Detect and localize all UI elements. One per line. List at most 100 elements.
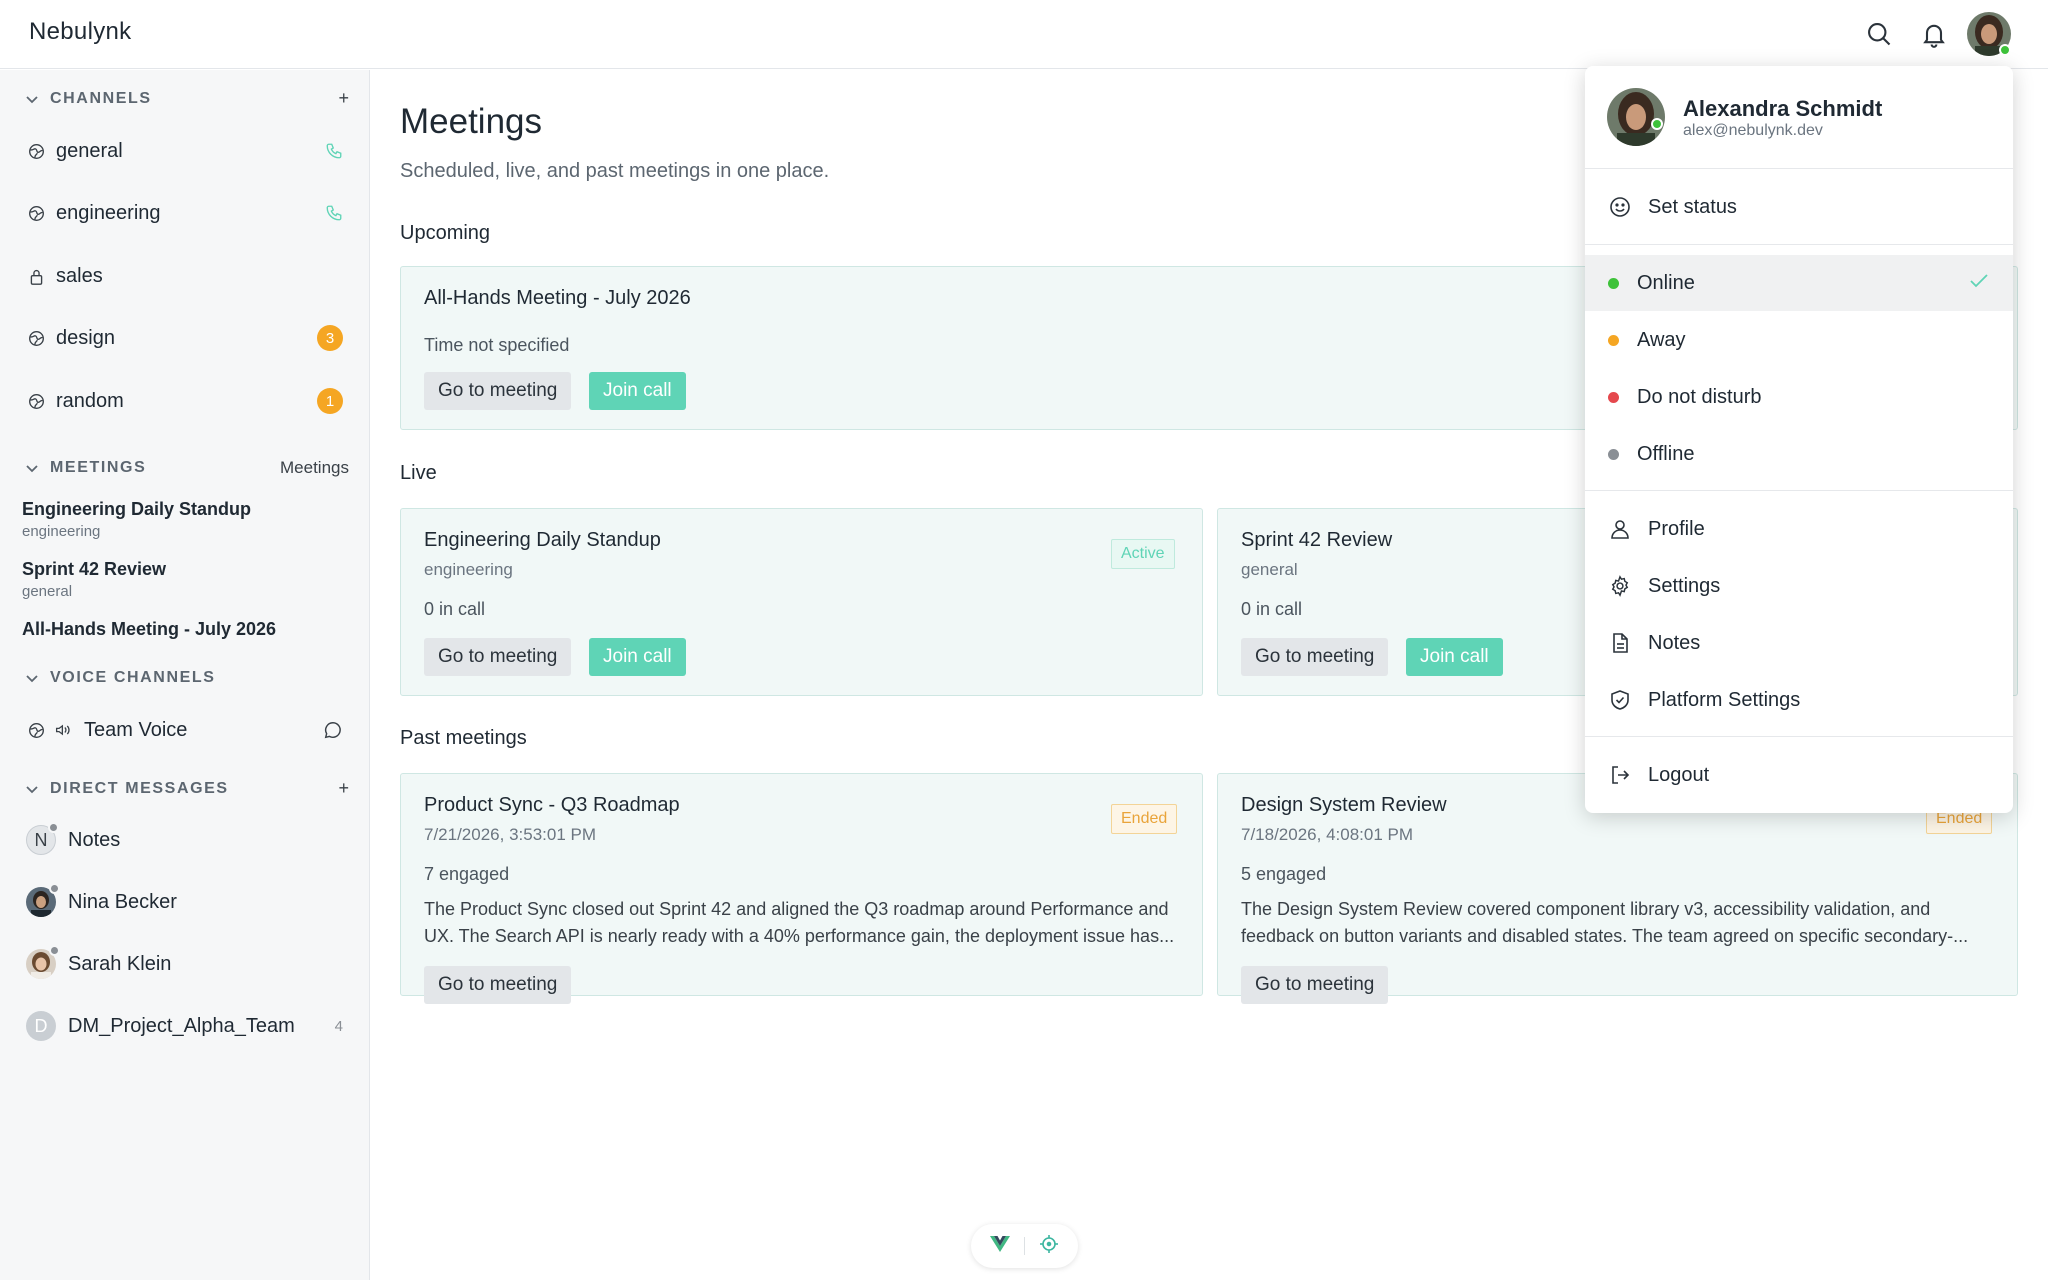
go-to-meeting-button[interactable]: Go to meeting [1241,638,1389,676]
meeting-date: 7/21/2026, 3:53:01 PM [424,825,597,844]
logout-icon [1608,763,1632,787]
status-dot [1608,448,1619,460]
menu-divider [1585,244,2013,245]
sidebar-channel-sales[interactable]: sales [0,254,369,298]
shield-icon [1608,688,1632,712]
voice-section-header[interactable]: VOICE CHANNELS [22,666,216,690]
smiley-icon [1608,195,1632,219]
crosshair-icon[interactable] [1039,1234,1059,1259]
sidebar-meeting-item[interactable]: All-Hands Meeting - July 2026 [22,619,352,640]
status-online-item[interactable]: Online [1585,255,2013,311]
go-to-meeting-button[interactable]: Go to meeting [424,966,572,1004]
dm-section-header[interactable]: DIRECT MESSAGES [22,777,229,801]
meeting-title: Sprint 42 Review [1241,529,1393,551]
meetings-link[interactable]: Meetings [280,458,349,478]
chevron-down-icon [22,458,42,478]
sidebar-dm-sarah-klein[interactable]: Sarah Klein [0,939,369,989]
join-call-button[interactable]: Join call [589,372,686,410]
status-dot [49,883,60,894]
meetings-section-header[interactable]: MEETINGS [22,456,146,480]
sidebar-voice-team-voice[interactable]: Team Voice [0,708,369,752]
engaged-count: 7 engaged [424,864,510,884]
status-offline-item[interactable]: Offline [1585,426,2013,482]
globe-icon [26,141,46,161]
speaker-icon [54,720,74,740]
live-meeting-card: Engineering Daily Standup engineering Ac… [400,508,1203,696]
sidebar-meeting-item[interactable]: Engineering Daily Standup engineering [22,499,352,540]
add-dm-button[interactable]: + [338,778,349,799]
go-to-meeting-button[interactable]: Go to meeting [424,372,572,410]
sidebar-meeting-item[interactable]: Sprint 42 Review general [22,559,352,600]
globe-icon [26,203,46,223]
chevron-down-icon [22,779,42,799]
go-to-meeting-button[interactable]: Go to meeting [1241,966,1389,1004]
menu-divider [1585,736,2013,737]
user-menu-header: Alexandra Schmidt alex@nebulynk.dev [1585,66,2013,169]
status-badge: Ended [1111,804,1178,834]
join-call-button[interactable]: Join call [589,638,686,676]
join-call-button[interactable]: Join call [1406,638,1503,676]
avatar [26,883,60,917]
live-heading: Live [400,462,437,484]
avatar [26,945,60,979]
set-status-item[interactable]: Set status [1585,179,2013,235]
channels-section-header[interactable]: CHANNELS [22,87,152,111]
document-icon [1608,631,1632,655]
sidebar-channel-engineering[interactable]: engineering [0,191,369,235]
status-badge: Active [1111,539,1175,569]
page-title: Meetings [400,102,543,141]
meeting-time: Time not specified [424,335,570,355]
meeting-channel: engineering [424,560,513,579]
avatar: N [26,822,59,855]
user-menu-dropdown: Alexandra Schmidt alex@nebulynk.dev Set … [1585,66,2013,813]
sidebar-channel-random[interactable]: random 1 [0,379,369,423]
sidebar-dm-nina-becker[interactable]: Nina Becker [0,877,369,927]
menu-item-profile[interactable]: Profile [1585,501,2013,557]
unread-badge: 1 [317,388,343,414]
past-meeting-card: Product Sync - Q3 Roadmap 7/21/2026, 3:5… [400,773,1203,1004]
globe-icon [26,328,46,348]
meeting-summary: The Product Sync closed out Sprint 42 an… [424,899,1175,946]
logout-item[interactable]: Logout [1585,747,2013,803]
user-email: alex@nebulynk.dev [1683,122,1823,139]
avatar: D [26,1011,56,1041]
vue-logo-icon[interactable] [990,1235,1010,1258]
meeting-summary: The Design System Review covered compone… [1241,899,1969,946]
in-call-count: 0 in call [424,599,486,619]
search-icon[interactable] [1862,17,1896,51]
user-avatar[interactable] [1967,12,2011,56]
status-dot [48,822,59,833]
gear-icon [1608,574,1632,598]
in-call-count: 0 in call [1241,599,1303,619]
phone-icon[interactable] [325,142,343,160]
dev-tools-pill [971,1224,1078,1268]
menu-item-platform-settings[interactable]: Platform Settings [1585,672,2013,728]
sidebar: CHANNELS + general engineering sales des… [0,70,370,1280]
phone-icon[interactable] [325,204,343,222]
globe-icon [26,720,46,740]
check-icon [1969,273,1989,294]
upcoming-heading: Upcoming [400,222,491,244]
sidebar-channel-design[interactable]: design 3 [0,316,369,360]
go-to-meeting-button[interactable]: Go to meeting [424,638,572,676]
sidebar-channel-general[interactable]: general [0,129,369,173]
menu-item-settings[interactable]: Settings [1585,558,2013,614]
status-dnd-item[interactable]: Do not disturb [1585,369,2013,425]
add-channel-button[interactable]: + [338,88,349,109]
meeting-channel: general [1241,560,1298,579]
meeting-title: Engineering Daily Standup [424,529,661,551]
status-away-item[interactable]: Away [1585,312,2013,368]
past-heading: Past meetings [400,727,527,749]
menu-item-notes[interactable]: Notes [1585,615,2013,671]
sidebar-dm-notes[interactable]: N Notes [0,815,369,865]
app-brand: Nebulynk [29,18,132,45]
meeting-title: Design System Review [1241,794,1447,816]
chevron-down-icon [22,89,42,109]
user-name: Alexandra Schmidt [1683,96,1883,121]
sidebar-dm-project-alpha[interactable]: D DM_Project_Alpha_Team 4 [0,1001,369,1051]
bell-icon[interactable] [1917,17,1951,51]
meeting-title: Product Sync - Q3 Roadmap [424,794,680,816]
chat-bubble-icon[interactable] [323,720,343,740]
status-dot [49,945,60,956]
engaged-count: 5 engaged [1241,864,1327,884]
